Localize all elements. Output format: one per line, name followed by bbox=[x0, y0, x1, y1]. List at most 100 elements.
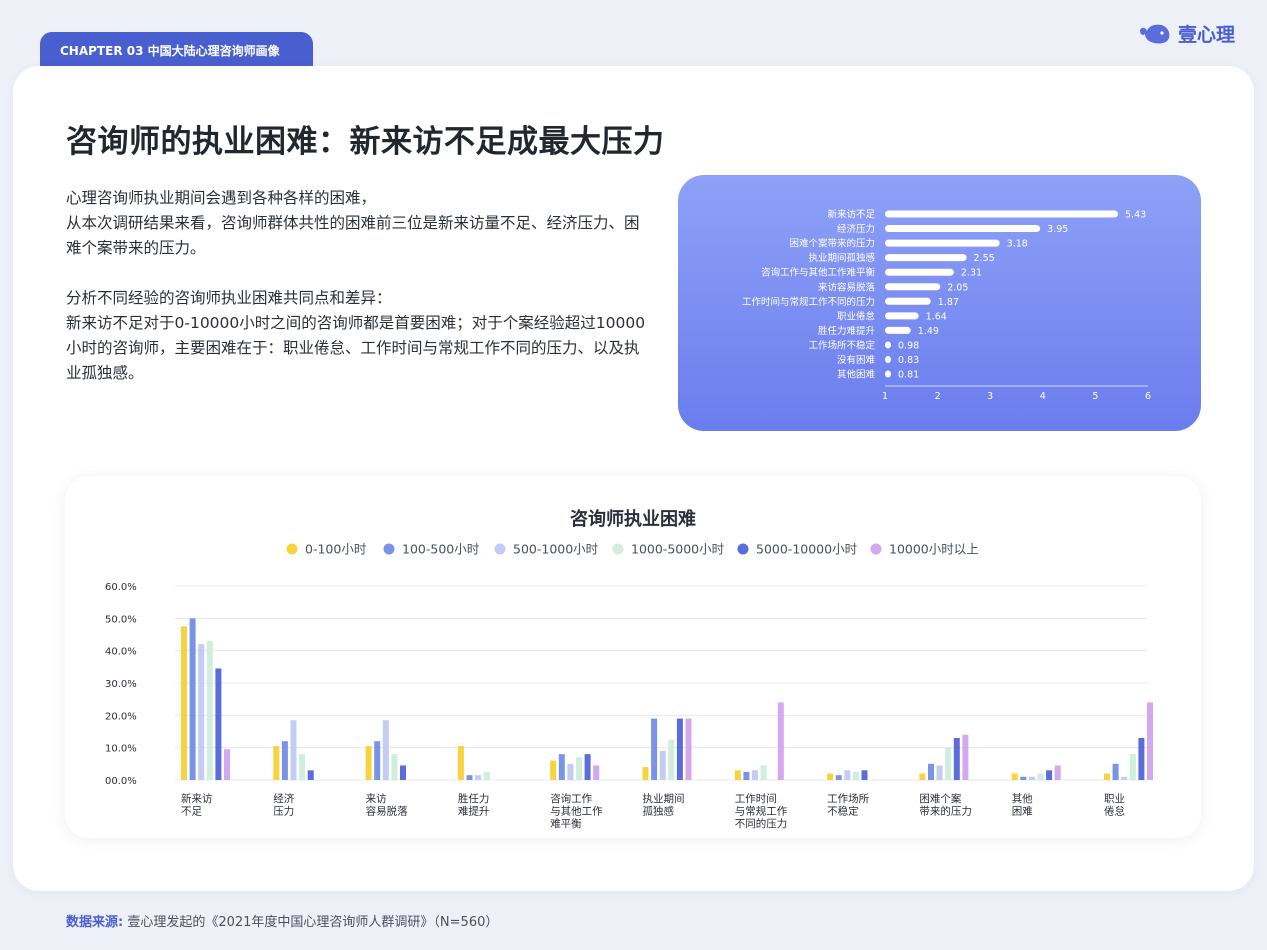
grouped-bar bbox=[281, 741, 288, 780]
ranking-value-label: 3.18 bbox=[1007, 239, 1028, 250]
legend-label: 100-500小时 bbox=[402, 542, 480, 557]
paragraph-findings: 心理咨询师执业期间会遇到各种各样的困难， 从本次调研结果来看，咨询师群体共性的困… bbox=[66, 189, 640, 257]
ranking-value-label: 0.83 bbox=[898, 355, 919, 366]
grouped-bar bbox=[475, 775, 482, 780]
grouped-bar bbox=[668, 739, 675, 780]
ranking-x-tick: 2 bbox=[935, 391, 941, 402]
y-tick-label: 00.0% bbox=[105, 776, 137, 787]
grouped-bar bbox=[273, 746, 280, 780]
ranking-category-label: 没有困难 bbox=[837, 354, 876, 366]
legend-swatch bbox=[383, 543, 395, 555]
grouped-chart-title: 咨询师执业困难 bbox=[570, 508, 696, 530]
grouped-bar bbox=[777, 702, 784, 780]
grouped-bar-chart: 咨询师执业困难 0-100小时 100-500小时 500-1000小时 1000-50… bbox=[105, 508, 1153, 830]
x-category-label: 工作场所 bbox=[827, 792, 869, 805]
grouped-bar bbox=[1104, 773, 1110, 780]
grouped-bar bbox=[382, 720, 389, 780]
ranking-bar bbox=[885, 312, 919, 320]
grouped-bar bbox=[206, 640, 213, 780]
grouped-bar bbox=[466, 775, 473, 780]
ranking-category-label: 工作时间与常规工作不同的压力 bbox=[742, 296, 875, 308]
grouped-bar bbox=[374, 741, 381, 780]
grouped-bar bbox=[550, 760, 557, 780]
ranking-category-label: 工作场所不稳定 bbox=[808, 339, 875, 351]
brand-name: 壹心理 bbox=[1177, 24, 1235, 46]
ranking-bar bbox=[885, 254, 967, 262]
grouped-bar bbox=[734, 770, 741, 780]
y-tick-label: 10.0% bbox=[105, 744, 137, 755]
grouped-bar bbox=[1046, 770, 1053, 780]
grouped-bar bbox=[844, 770, 851, 780]
ranking-category-label: 咨询工作与其他工作难平衡 bbox=[761, 267, 876, 279]
grouped-bar bbox=[1020, 776, 1027, 780]
ranking-category-label: 执业期间孤独感 bbox=[808, 252, 875, 264]
x-category-label: 难平衡 bbox=[550, 818, 582, 830]
ranking-bar bbox=[885, 239, 1000, 247]
y-tick-label: 30.0% bbox=[105, 679, 137, 690]
x-category-label: 经济 bbox=[273, 792, 294, 805]
ranking-bar bbox=[885, 225, 1041, 233]
grouped-chart-card: 咨询师执业困难 0-100小时 100-500小时 500-1000小时 1000-50… bbox=[65, 476, 1201, 838]
grouped-bar bbox=[928, 763, 934, 780]
ranking-value-label: 0.81 bbox=[898, 370, 919, 381]
ranking-category-label: 其他困难 bbox=[837, 369, 876, 381]
data-source: 数据来源: 壹心理发起的《2021年度中国心理咨询师人群调研》（N=560） bbox=[66, 911, 498, 930]
grouped-bar bbox=[1112, 763, 1119, 780]
grouped-bar bbox=[936, 765, 943, 780]
grouped-bar bbox=[861, 770, 868, 780]
grouped-bar bbox=[1121, 776, 1128, 780]
ranking-value-label: 2.05 bbox=[947, 282, 968, 293]
grouped-bar bbox=[659, 750, 666, 780]
grouped-bar bbox=[189, 618, 196, 780]
ranking-category-label: 胜任力难提升 bbox=[818, 325, 876, 337]
legend-swatch bbox=[737, 543, 749, 555]
ranking-bar bbox=[885, 283, 941, 291]
x-category-label: 来访 bbox=[366, 793, 387, 805]
ranking-category-label: 职业倦怠 bbox=[837, 310, 876, 322]
grouped-bar bbox=[181, 626, 187, 780]
ranking-chart-card: 新来访不足 5.43 经济压力 3.95 困难个案带来的压力 3.18 执业期间孤独感 2.5… bbox=[678, 175, 1201, 431]
source-label: 数据来源: bbox=[66, 915, 124, 930]
grouped-bar bbox=[760, 765, 767, 780]
ranking-bar-chart: 新来访不足 5.43 经济压力 3.95 困难个案带来的压力 3.18 执业期间孤独感 2.5… bbox=[742, 209, 1151, 403]
x-category-label: 与常规工作 bbox=[735, 805, 788, 818]
grouped-bar bbox=[391, 754, 398, 780]
grouped-bar bbox=[365, 746, 372, 780]
grouped-bar bbox=[567, 763, 574, 780]
x-category-label: 容易脱落 bbox=[366, 805, 408, 818]
grouped-bar bbox=[676, 718, 683, 780]
grouped-bar bbox=[576, 757, 582, 780]
grouped-bar bbox=[584, 754, 591, 780]
legend-swatch bbox=[494, 543, 506, 555]
grouped-bar bbox=[962, 734, 969, 780]
grouped-bar bbox=[307, 770, 314, 780]
ranking-bar bbox=[885, 356, 891, 363]
ranking-bar bbox=[885, 341, 891, 349]
grouped-bar bbox=[224, 749, 230, 780]
legend-label: 5000-10000小时 bbox=[756, 542, 858, 557]
legend-label: 1000-5000小时 bbox=[631, 542, 725, 557]
ranking-category-label: 经济压力 bbox=[837, 223, 875, 235]
x-category-label: 压力 bbox=[273, 805, 294, 818]
brand-logo: 壹心理 bbox=[1138, 20, 1235, 47]
ranking-value-label: 1.64 bbox=[926, 311, 947, 322]
ranking-x-tick: 1 bbox=[882, 391, 888, 402]
grouped-bar bbox=[1054, 765, 1061, 780]
y-tick-label: 40.0% bbox=[105, 647, 137, 658]
grouped-bar bbox=[1147, 702, 1153, 780]
x-category-label: 带来的压力 bbox=[919, 805, 972, 818]
x-category-label: 难提升 bbox=[458, 806, 490, 818]
x-category-label: 困难个案 bbox=[919, 792, 961, 805]
grouped-bar bbox=[457, 746, 464, 780]
grouped-bar bbox=[483, 771, 490, 780]
grouped-bar bbox=[198, 644, 205, 780]
legend-swatch bbox=[286, 543, 298, 555]
intro-text: 心理咨询师执业期间会遇到各种各样的困难， 从本次调研结果来看，咨询师群体共性的困… bbox=[66, 186, 646, 386]
grouped-bar bbox=[215, 668, 222, 780]
grouped-bar bbox=[852, 771, 859, 780]
grouped-bar bbox=[1011, 773, 1018, 780]
x-category-label: 孤独感 bbox=[643, 805, 675, 818]
ranking-category-label: 新来访不足 bbox=[827, 209, 875, 221]
ranking-x-tick: 6 bbox=[1145, 391, 1151, 402]
source-text: 壹心理发起的《2021年度中国心理咨询师人群调研》（N=560） bbox=[127, 915, 499, 930]
